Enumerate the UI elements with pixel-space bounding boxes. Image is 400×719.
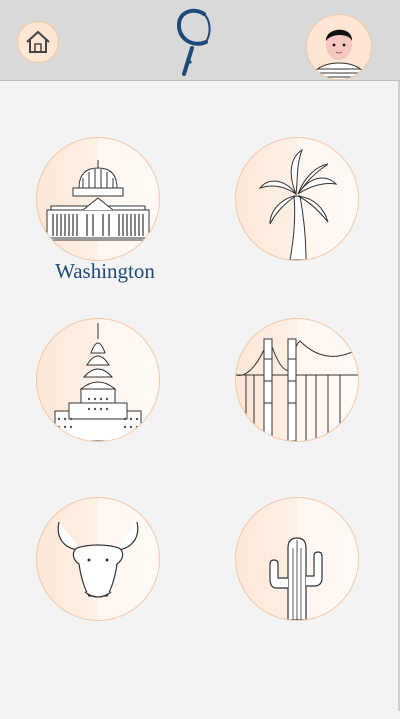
city-card-palm[interactable] (235, 137, 359, 261)
user-avatar-icon (312, 29, 366, 79)
home-icon (26, 30, 50, 53)
magnifier-logo-icon[interactable] (166, 4, 220, 78)
home-button[interactable] (17, 21, 59, 63)
cactus-icon (269, 537, 323, 620)
city-grid: Washington (0, 81, 400, 711)
app-header (0, 0, 400, 81)
golden-gate-bridge-icon (236, 338, 358, 441)
capitol-building-icon (46, 160, 150, 241)
chrysler-building-icon (54, 323, 142, 441)
city-card-chrysler[interactable] (36, 318, 160, 442)
city-card-cactus[interactable] (235, 497, 359, 621)
city-label-washington: Washington (55, 259, 155, 283)
city-card-washington[interactable] (36, 137, 160, 261)
city-card-bridge[interactable] (235, 318, 359, 442)
palm-tree-icon (258, 148, 338, 260)
city-card-bull[interactable] (36, 497, 160, 621)
bull-head-icon (57, 521, 139, 598)
user-avatar[interactable] (306, 14, 372, 80)
